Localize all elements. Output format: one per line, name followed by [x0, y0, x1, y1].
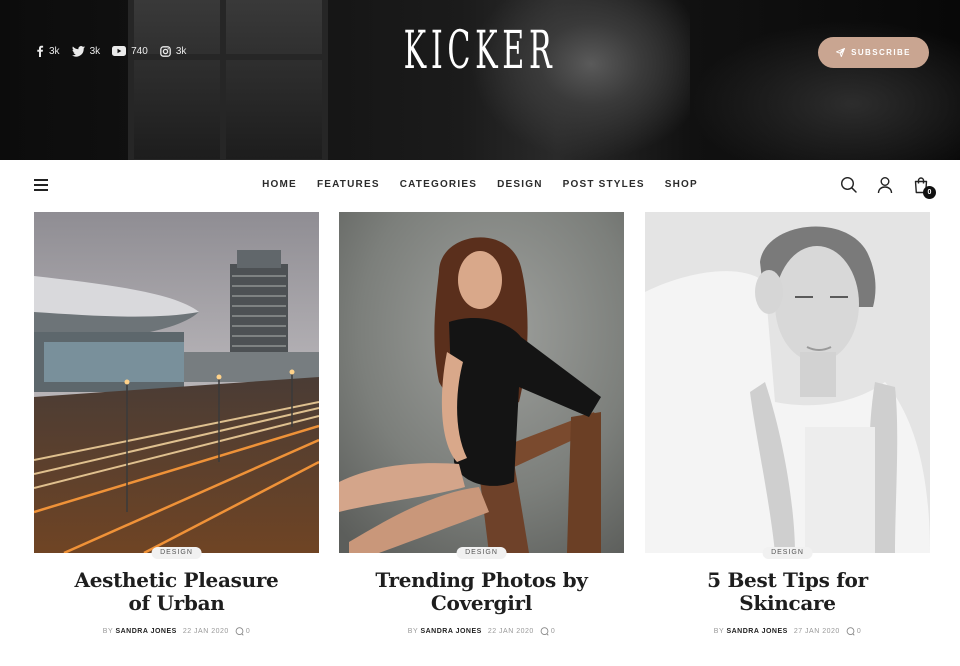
comment-icon [235, 627, 244, 636]
post-image[interactable] [34, 212, 319, 553]
post-title[interactable]: Aesthetic Pleasure of Urban [34, 569, 319, 615]
social-instagram-link[interactable]: 3k [159, 45, 187, 57]
twitter-icon [71, 45, 85, 57]
cart-count-badge: 0 [923, 186, 936, 199]
category-badge[interactable]: DESIGN [151, 547, 202, 559]
category-badge[interactable]: DESIGN [456, 547, 507, 559]
instagram-count: 3k [175, 45, 187, 57]
post-image-city-night [34, 212, 319, 553]
post-image-skincare-portrait [645, 212, 930, 553]
nav-item-design[interactable]: DESIGN [497, 179, 543, 190]
by-label: BY [102, 628, 113, 635]
comment-count: 0 [245, 628, 251, 635]
post-meta: BY SANDRA JONES 22 JAN 2020 0 [339, 627, 624, 636]
post-meta: BY SANDRA JONES 27 JAN 2020 0 [645, 627, 930, 636]
instagram-icon [159, 45, 171, 57]
subscribe-button[interactable]: SUBSCRIBE [818, 37, 929, 68]
nav-item-home[interactable]: HOME [262, 179, 297, 190]
site-logo[interactable]: KICKER [202, 18, 759, 84]
subscribe-label: SUBSCRIBE [851, 48, 911, 57]
social-links: 3k 3k 740 3k [36, 45, 186, 57]
post-date: 22 JAN 2020 [182, 628, 229, 635]
twitter-count: 3k [89, 45, 101, 57]
comment-icon [846, 627, 855, 636]
comments-link[interactable]: 0 [540, 627, 555, 636]
comment-count: 0 [856, 628, 862, 635]
category-badge[interactable]: DESIGN [762, 547, 813, 559]
post-image[interactable] [645, 212, 930, 553]
post-title[interactable]: 5 Best Tips for Skincare [645, 569, 930, 615]
youtube-icon [112, 46, 127, 56]
social-youtube-link[interactable]: 740 [112, 46, 148, 57]
social-facebook-link[interactable]: 3k [36, 45, 60, 57]
post-title[interactable]: Trending Photos by Covergirl [339, 569, 624, 615]
hero-header: 3k 3k 740 3k KICKER SUBSCRIBE [0, 0, 960, 160]
facebook-count: 3k [49, 45, 60, 57]
comments-link[interactable]: 0 [235, 627, 250, 636]
by-label: BY [713, 628, 724, 635]
youtube-count: 740 [131, 45, 148, 57]
by-label: BY [407, 628, 418, 635]
post-author[interactable]: SANDRA JONES [420, 628, 481, 635]
post-image-model-portrait [339, 212, 624, 553]
nav-actions: 0 [840, 176, 936, 199]
post-meta: BY SANDRA JONES 22 JAN 2020 0 [34, 627, 319, 636]
comments-link[interactable]: 0 [846, 627, 861, 636]
main-nav: HOME FEATURES CATEGORIES DESIGN POST STY… [0, 160, 960, 212]
nav-item-categories[interactable]: CATEGORIES [400, 179, 477, 190]
post-card: DESIGN Trending Photos by Covergirl BY S… [339, 212, 624, 636]
nav-links: HOME FEATURES CATEGORIES DESIGN POST STY… [0, 179, 960, 190]
user-icon[interactable] [876, 176, 894, 194]
post-image[interactable] [339, 212, 624, 553]
nav-item-features[interactable]: FEATURES [317, 179, 380, 190]
nav-item-post-styles[interactable]: POST STYLES [563, 179, 645, 190]
search-icon[interactable] [840, 176, 858, 194]
comment-icon [540, 627, 549, 636]
post-card: DESIGN 5 Best Tips for Skincare BY SANDR… [645, 212, 930, 636]
post-author[interactable]: SANDRA JONES [115, 628, 176, 635]
nav-item-shop[interactable]: SHOP [665, 179, 698, 190]
post-author[interactable]: SANDRA JONES [726, 628, 787, 635]
post-date: 22 JAN 2020 [487, 628, 534, 635]
social-twitter-link[interactable]: 3k [71, 45, 101, 57]
post-date: 27 JAN 2020 [793, 628, 840, 635]
post-card: DESIGN Aesthetic Pleasure of Urban BY SA… [34, 212, 319, 636]
comment-count: 0 [550, 628, 556, 635]
facebook-icon [37, 45, 44, 57]
paper-plane-icon [836, 48, 846, 57]
shopping-bag-icon[interactable]: 0 [912, 176, 936, 199]
